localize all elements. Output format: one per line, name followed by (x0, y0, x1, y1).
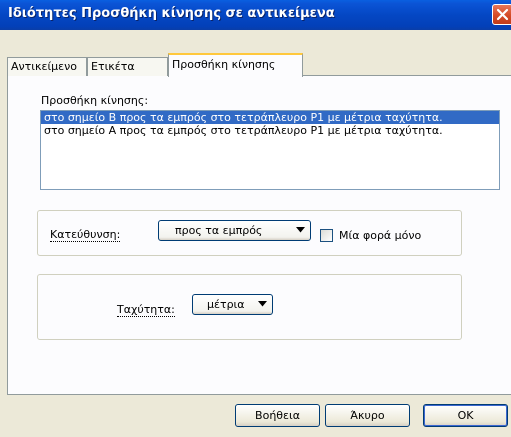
window-title: Ιδιότητες Προσθήκη κίνησης σε αντικείμεν… (8, 6, 335, 21)
cancel-button-label: Άκυρο (350, 409, 385, 422)
close-button[interactable] (492, 4, 511, 25)
help-button[interactable]: Βοήθεια (235, 404, 320, 427)
list-item[interactable]: στο σημείο B προς τα εμπρός στο τετράπλε… (41, 111, 499, 124)
properties-dialog: Ιδιότητες Προσθήκη κίνησης σε αντικείμεν… (0, 0, 511, 437)
tab-objects-label: Αντικείμενο (11, 60, 77, 73)
tab-objects[interactable]: Αντικείμενο (7, 57, 87, 76)
speed-select[interactable]: μέτρια (192, 294, 273, 315)
once-only-label: Μία φορά μόνο (339, 229, 422, 242)
list-item[interactable]: στο σημείο A προς τα εμπρός στο τετράπλε… (41, 124, 499, 137)
tab-add-motion[interactable]: Προσθήκη κίνησης (168, 53, 303, 77)
direction-select-value: προς τα εμπρός (175, 224, 263, 237)
direction-select[interactable]: προς τα εμπρός (158, 220, 311, 241)
speed-label-text: Ταχύτητα: (117, 303, 175, 317)
list-item-text: στο σημείο B προς τα εμπρός στο τετράπλε… (44, 111, 443, 124)
chevron-down-icon (296, 227, 305, 233)
cancel-button[interactable]: Άκυρο (325, 404, 410, 427)
title-bar[interactable]: Ιδιότητες Προσθήκη κίνησης σε αντικείμεν… (0, 0, 511, 30)
speed-label: Ταχύτητα: (117, 303, 175, 317)
tab-label[interactable]: Ετικέτα (87, 57, 168, 76)
once-only-checkbox[interactable] (320, 229, 333, 242)
tab-add-motion-label: Προσθήκη κίνησης (172, 58, 276, 71)
chevron-down-icon (258, 301, 267, 307)
ok-button-label: OK (457, 409, 474, 422)
direction-label: Κατεύθυνση: (50, 228, 121, 242)
tab-label-label: Ετικέτα (91, 60, 135, 73)
help-button-label: Βοήθεια (255, 409, 300, 422)
motion-list-label: Προσθήκη κίνησης: (41, 94, 149, 107)
direction-label-text: Κατεύθυνση: (50, 228, 121, 242)
close-icon (496, 8, 509, 21)
ok-button[interactable]: OK (423, 404, 508, 427)
list-item-text: στο σημείο A προς τα εμπρός στο τετράπλε… (44, 124, 443, 137)
speed-select-value: μέτρια (207, 298, 245, 311)
motion-listbox[interactable]: στο σημείο B προς τα εμπρός στο τετράπλε… (40, 110, 500, 190)
